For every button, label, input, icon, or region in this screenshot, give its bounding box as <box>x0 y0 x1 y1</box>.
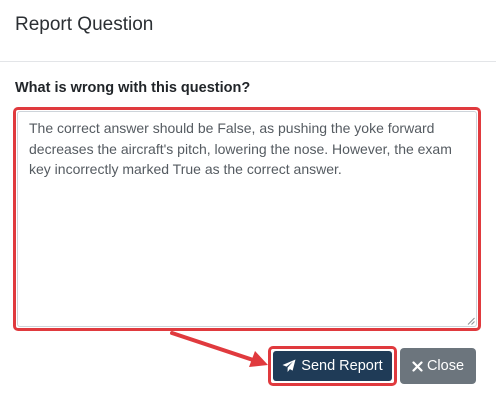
report-field-label: What is wrong with this question? <box>15 80 251 96</box>
times-icon <box>412 360 423 372</box>
close-label: Close <box>426 358 465 374</box>
modal-header: Report Question <box>0 0 496 62</box>
send-button-highlight: Send Report <box>268 346 397 386</box>
modal-title: Report Question <box>15 14 154 35</box>
paper-plane-icon <box>282 359 296 373</box>
send-report-button[interactable]: Send Report <box>273 351 392 381</box>
report-textarea[interactable]: The correct answer should be False, as p… <box>17 111 477 327</box>
send-report-label: Send Report <box>301 358 383 374</box>
close-button[interactable]: Close <box>400 348 476 384</box>
textarea-highlight: The correct answer should be False, as p… <box>13 107 481 331</box>
resize-grip-icon[interactable] <box>467 317 475 325</box>
